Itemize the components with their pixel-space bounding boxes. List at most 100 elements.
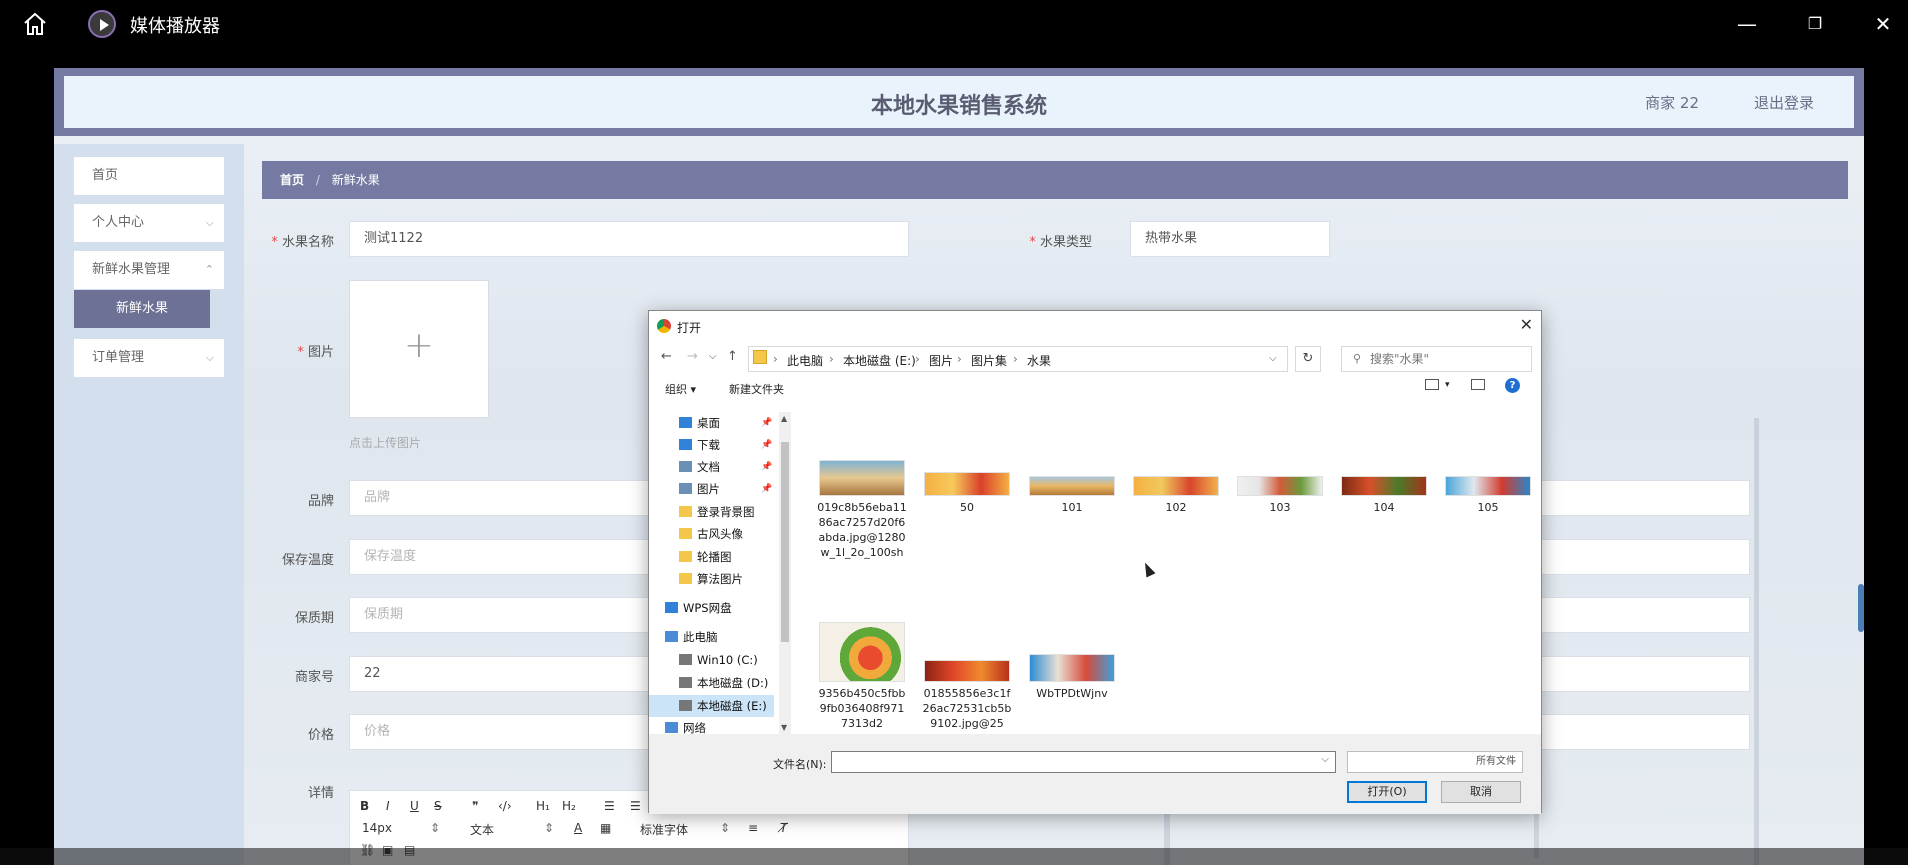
back-icon[interactable]: ←	[661, 349, 672, 364]
tree-item[interactable]: 网络	[649, 717, 774, 734]
up-icon[interactable]: ↑	[727, 349, 738, 364]
scroll-thumb[interactable]	[781, 442, 789, 642]
preview-pane-icon[interactable]	[1471, 379, 1485, 390]
close-icon[interactable]: ✕	[1520, 315, 1533, 334]
scroll-up-icon[interactable]: ▲	[781, 414, 787, 423]
path-segment[interactable]: 此电脑	[787, 352, 823, 369]
temp-label: 保存温度	[281, 553, 334, 568]
code-icon[interactable]: ‹/›	[498, 799, 512, 813]
tree-scrollbar[interactable]: ▲ ▼	[779, 412, 791, 734]
h1-icon[interactable]: H₁	[536, 799, 550, 813]
file-item[interactable]: WbTPDtWjnv	[1027, 654, 1117, 701]
new-folder-button[interactable]: 新建文件夹	[729, 381, 784, 397]
image-upload[interactable]: +	[349, 280, 489, 418]
pin-icon: 📌	[761, 418, 773, 428]
name-input[interactable]: 测试1122	[349, 221, 909, 257]
scroll-down-icon[interactable]: ▼	[781, 723, 787, 732]
path-segment[interactable]: 图片集	[971, 352, 1007, 369]
strike-icon[interactable]: S	[434, 799, 442, 813]
file-item[interactable]: 50	[922, 472, 1012, 515]
network-icon	[665, 722, 678, 733]
navigation-tree: 桌面 📌 下载 📌 文档 📌 图片 📌 登录背景图 古风头像 轮播图 算法图片 WPS网盘此电脑 Win1…	[649, 412, 774, 734]
bold-icon[interactable]: B	[360, 799, 369, 813]
ordered-list-icon[interactable]: ☰	[604, 799, 615, 813]
chevron-down-icon[interactable]: ⌵	[1321, 754, 1329, 765]
file-item[interactable]: 9356b450c5fbb9fb036408f9717313d2	[817, 622, 907, 731]
file-name: 105	[1477, 501, 1499, 514]
file-item[interactable]: 105	[1443, 476, 1533, 515]
font-size-select[interactable]: 14px	[362, 821, 392, 835]
path-segment[interactable]: 图片	[929, 352, 953, 369]
tree-item[interactable]: 下载 📌	[649, 434, 774, 456]
sidebar-item-home[interactable]: 首页	[74, 157, 224, 195]
tree-item[interactable]: 算法图片	[649, 568, 774, 590]
organize-menu[interactable]: 组织 ▾	[665, 381, 696, 397]
file-item[interactable]: 102	[1131, 476, 1221, 515]
image-thumbnail	[924, 472, 1010, 496]
chevron-down-icon[interactable]: ▾	[1445, 380, 1450, 390]
refresh-icon[interactable]: ↻	[1295, 346, 1321, 372]
sidebar-item-fruit-management[interactable]: 新鲜水果管理 ⌃	[74, 251, 224, 289]
filetype-select[interactable]: 所有文件 ⌵	[1347, 751, 1523, 773]
file-list: 019c8b56eba1186ac7257d20f6abda.jpg@1280w…	[797, 412, 1537, 734]
paragraph-select[interactable]: 文本	[470, 821, 494, 838]
font-family-select[interactable]: 标准字体	[640, 821, 688, 838]
page-scrollbar[interactable]	[1858, 584, 1864, 632]
tree-item[interactable]: 本地磁盘 (E:)	[649, 695, 774, 717]
breadcrumb-home[interactable]: 首页	[280, 173, 304, 187]
chevron-down-icon: ⌵	[205, 216, 214, 229]
filename-input[interactable]: ⌵	[831, 751, 1336, 773]
close-icon[interactable]: ✕	[1868, 10, 1898, 38]
bullet-list-icon[interactable]: ☰	[630, 799, 641, 813]
path-segment[interactable]: 水果	[1027, 352, 1051, 369]
underline-icon[interactable]: U	[410, 799, 419, 813]
type-select[interactable]: 热带水果	[1130, 221, 1330, 257]
breadcrumb-separator: /	[315, 173, 320, 187]
chevron-up-icon: ⌃	[204, 263, 214, 276]
cancel-button[interactable]: 取消	[1441, 781, 1521, 803]
font-color-icon[interactable]: A	[574, 821, 582, 835]
folder-icon	[679, 506, 692, 517]
view-options-icon[interactable]	[1425, 379, 1439, 390]
sidebar-item-fresh-fruit[interactable]: 新鲜水果	[74, 290, 210, 328]
help-icon[interactable]: ?	[1505, 378, 1520, 393]
search-input[interactable]: 搜索"水果"	[1341, 346, 1532, 372]
restore-icon[interactable]: ❐	[1800, 10, 1830, 38]
file-item[interactable]: 103	[1235, 476, 1325, 515]
file-name: WbTPDtWjnv	[1036, 687, 1108, 700]
path-segment[interactable]: 本地磁盘 (E:)	[843, 352, 916, 369]
tree-item[interactable]: 文档 📌	[649, 456, 774, 478]
tree-item[interactable]: 登录背景图	[649, 501, 774, 523]
tree-item[interactable]: 古风头像	[649, 523, 774, 545]
recent-locations-icon[interactable]: ⌵	[709, 351, 717, 362]
sidebar-item-orders[interactable]: 订单管理 ⌵	[74, 339, 224, 377]
home-icon[interactable]	[22, 12, 48, 36]
tree-item[interactable]: 桌面 📌	[649, 412, 774, 434]
tree-item[interactable]: 轮播图	[649, 546, 774, 568]
sidebar-item-label: 订单管理	[92, 350, 145, 365]
forward-icon[interactable]: →	[687, 349, 698, 364]
logout-link[interactable]: 退出登录	[1754, 92, 1814, 113]
background-color-icon[interactable]: ▦	[600, 821, 611, 835]
tree-item[interactable]: WPS网盘	[649, 597, 774, 619]
file-item[interactable]: 101	[1027, 476, 1117, 515]
quote-icon[interactable]: ❞	[472, 799, 478, 813]
tree-item[interactable]: 此电脑	[649, 626, 774, 648]
file-item[interactable]: 104	[1339, 476, 1429, 515]
address-bar[interactable]: › 此电脑 › 本地磁盘 (E:) › 图片 › 图片集 › 水果 ⌵	[748, 346, 1288, 372]
folder-icon	[753, 350, 767, 364]
align-icon[interactable]: ≡	[748, 821, 758, 835]
h2-icon[interactable]: H₂	[562, 799, 576, 813]
file-item[interactable]: 019c8b56eba1186ac7257d20f6abda.jpg@1280w…	[817, 460, 907, 560]
tree-item[interactable]: 图片 📌	[649, 478, 774, 500]
chevron-down-icon[interactable]: ⌵	[1269, 353, 1277, 364]
file-name: 103	[1269, 501, 1291, 514]
sidebar-item-profile[interactable]: 个人中心 ⌵	[74, 204, 224, 242]
italic-icon[interactable]: I	[386, 799, 390, 813]
minimize-icon[interactable]: —	[1732, 10, 1762, 38]
file-item[interactable]: 01855856e3c1f26ac72531cb5b9102.jpg@25	[922, 660, 1012, 731]
tree-item[interactable]: Win10 (C:)	[649, 649, 774, 671]
open-button[interactable]: 打开(O)	[1347, 781, 1427, 803]
clear-format-icon[interactable]: T̸	[780, 821, 787, 835]
tree-item[interactable]: 本地磁盘 (D:)	[649, 672, 774, 694]
